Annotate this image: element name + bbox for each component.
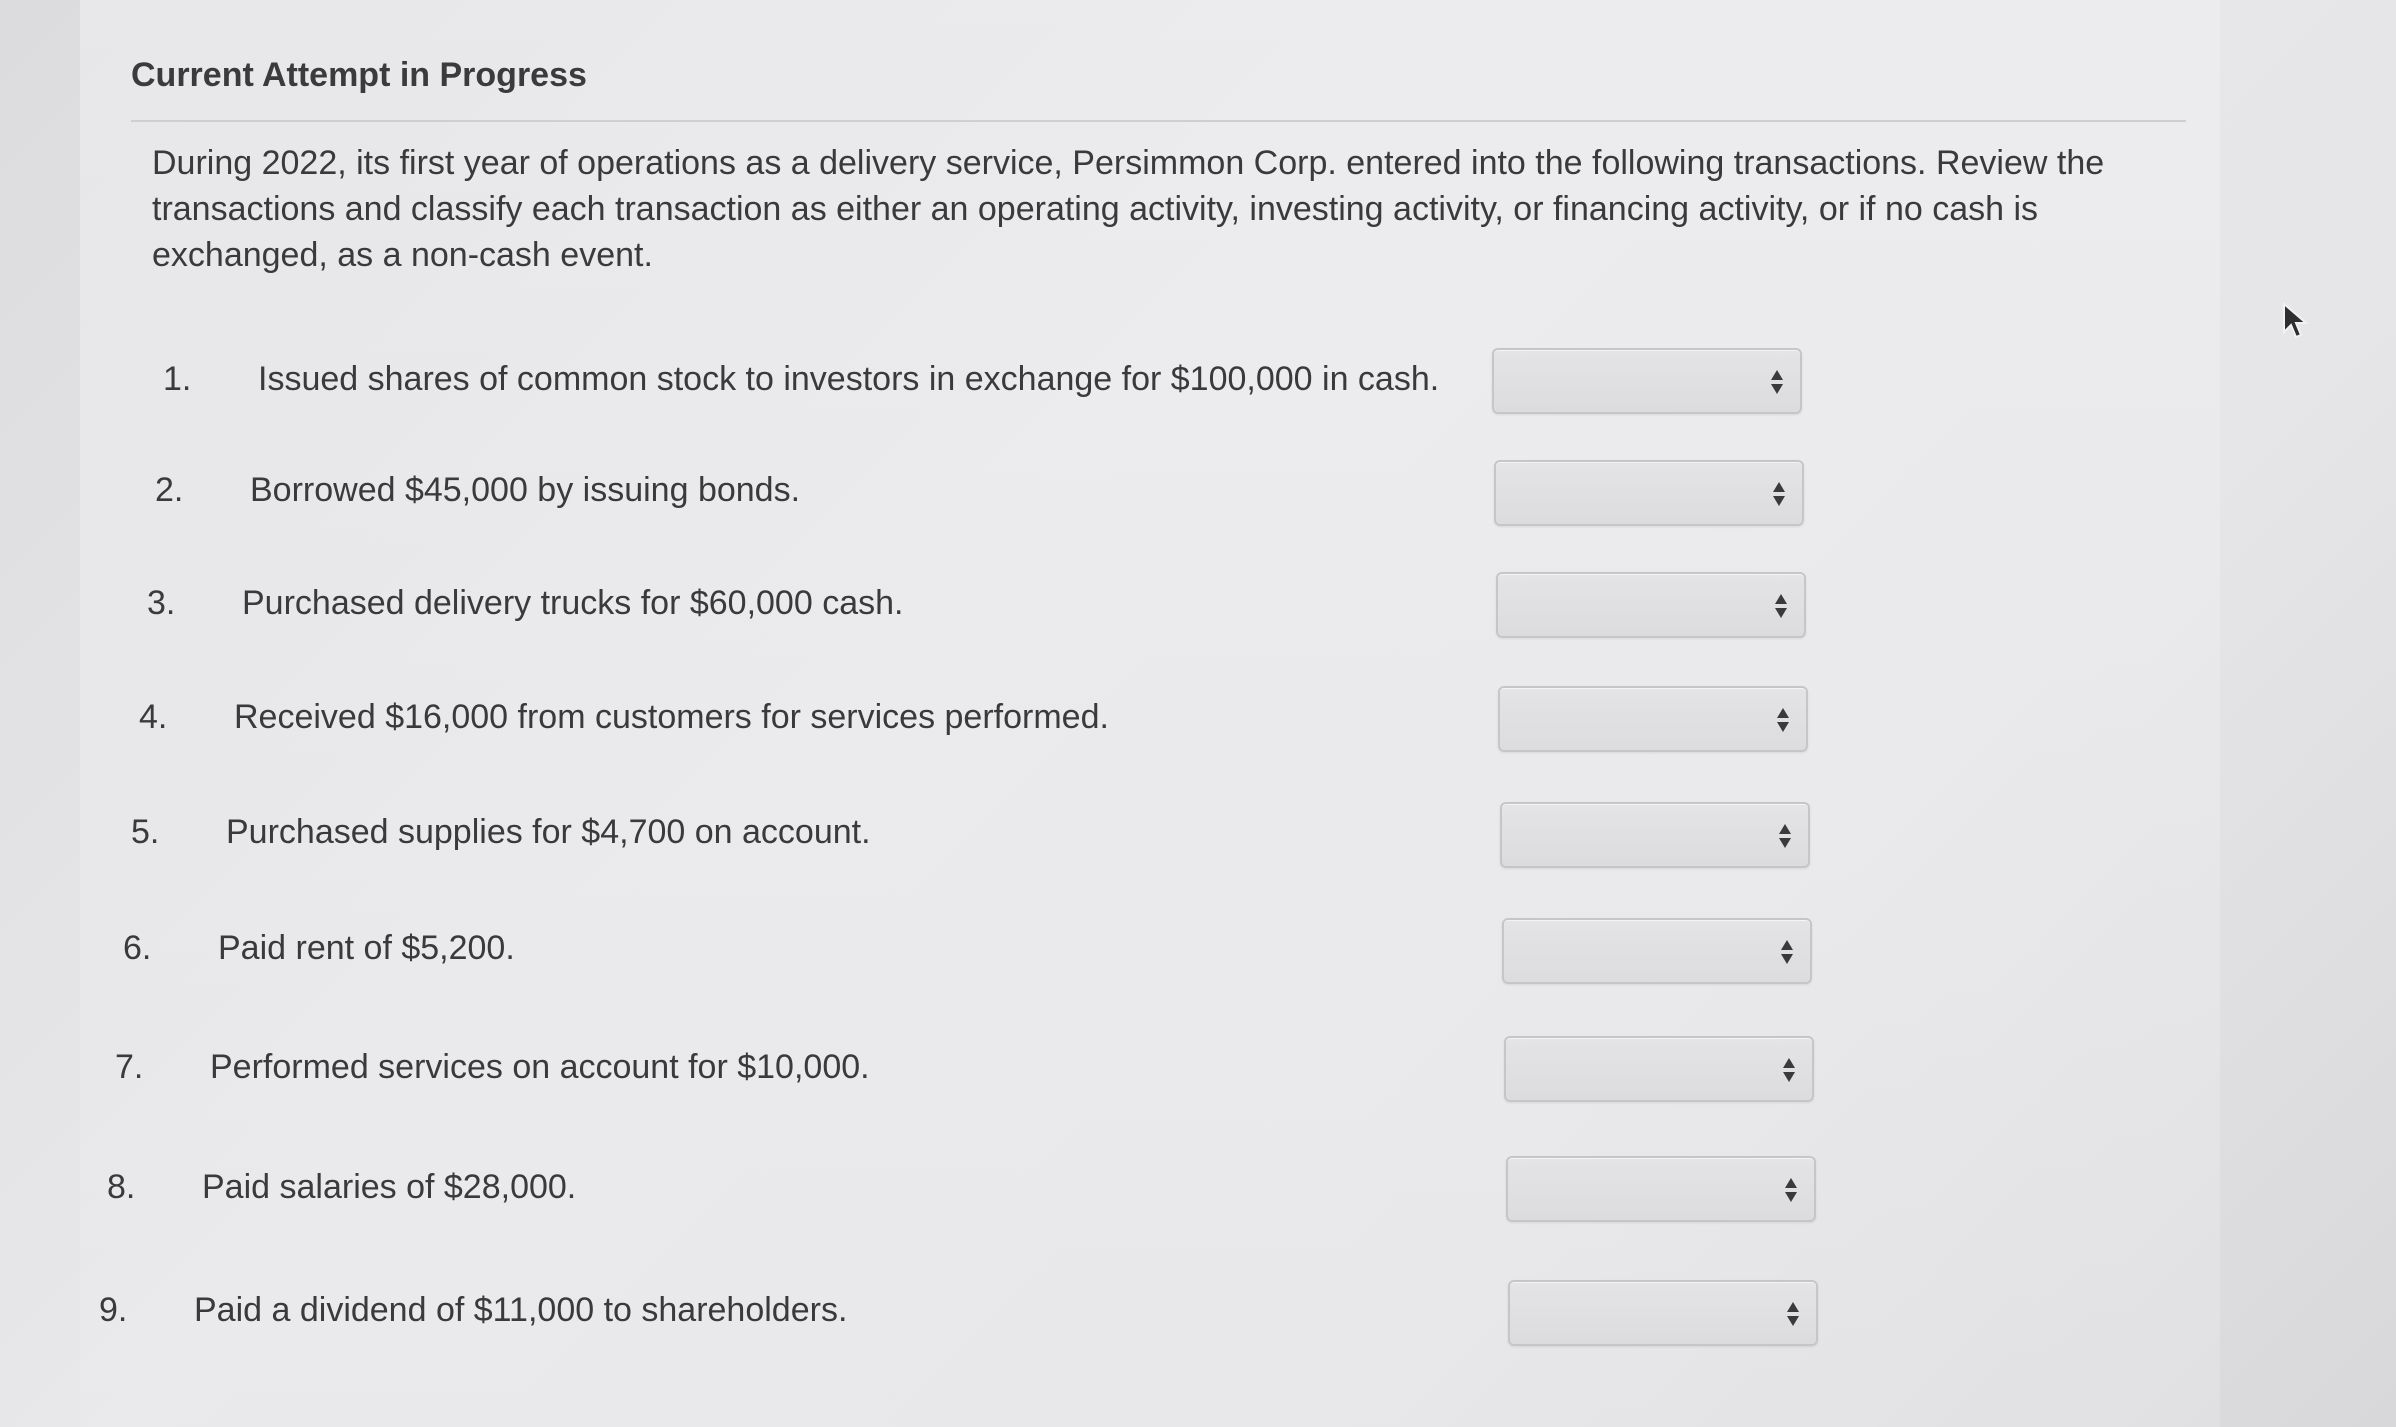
question-text: Performed services on account for $10,00… <box>210 1048 870 1086</box>
classification-select-3[interactable] <box>1496 572 1806 638</box>
sort-arrows-icon <box>1781 940 1793 964</box>
question-number: 6. <box>123 929 152 967</box>
question-number: 1. <box>163 360 192 398</box>
classification-select-8[interactable] <box>1506 1156 1816 1222</box>
classification-select-4[interactable] <box>1498 686 1808 752</box>
sort-arrows-icon <box>1779 824 1791 848</box>
question-number: 2. <box>155 471 184 509</box>
question-number: 4. <box>139 698 168 736</box>
question-instructions: During 2022, its first year of operation… <box>152 144 2105 274</box>
sort-arrows-icon <box>1777 708 1789 732</box>
header-divider <box>131 120 2186 122</box>
question-text: Purchased supplies for $4,700 on account… <box>226 813 871 851</box>
question-text: Purchased delivery trucks for $60,000 ca… <box>242 584 904 622</box>
question-number: 7. <box>115 1048 144 1086</box>
classification-select-5[interactable] <box>1500 802 1810 868</box>
classification-select-1[interactable] <box>1492 348 1802 414</box>
sort-arrows-icon <box>1771 370 1783 394</box>
sort-arrows-icon <box>1787 1302 1799 1326</box>
question-number: 8. <box>107 1168 136 1206</box>
classification-select-7[interactable] <box>1504 1036 1814 1102</box>
question-text: Received $16,000 from customers for serv… <box>234 698 1109 736</box>
page-title: Current Attempt in Progress <box>131 56 587 94</box>
mouse-pointer-icon <box>2283 302 2309 339</box>
classification-select-2[interactable] <box>1494 460 1804 526</box>
question-text: Paid salaries of $28,000. <box>202 1168 577 1206</box>
sort-arrows-icon <box>1775 594 1787 618</box>
question-number: 9. <box>99 1291 128 1329</box>
classification-select-9[interactable] <box>1508 1280 1818 1346</box>
sort-arrows-icon <box>1785 1178 1797 1202</box>
sort-arrows-icon <box>1773 482 1785 506</box>
question-text: Paid a dividend of $11,000 to shareholde… <box>194 1291 848 1329</box>
question-text: Borrowed $45,000 by issuing bonds. <box>250 471 801 509</box>
question-text: Paid rent of $5,200. <box>218 929 515 967</box>
question-number: 5. <box>131 813 160 851</box>
question-text: Issued shares of common stock to investo… <box>258 360 1440 398</box>
question-number: 3. <box>147 584 176 622</box>
sort-arrows-icon <box>1783 1058 1795 1082</box>
classification-select-6[interactable] <box>1502 918 1812 984</box>
